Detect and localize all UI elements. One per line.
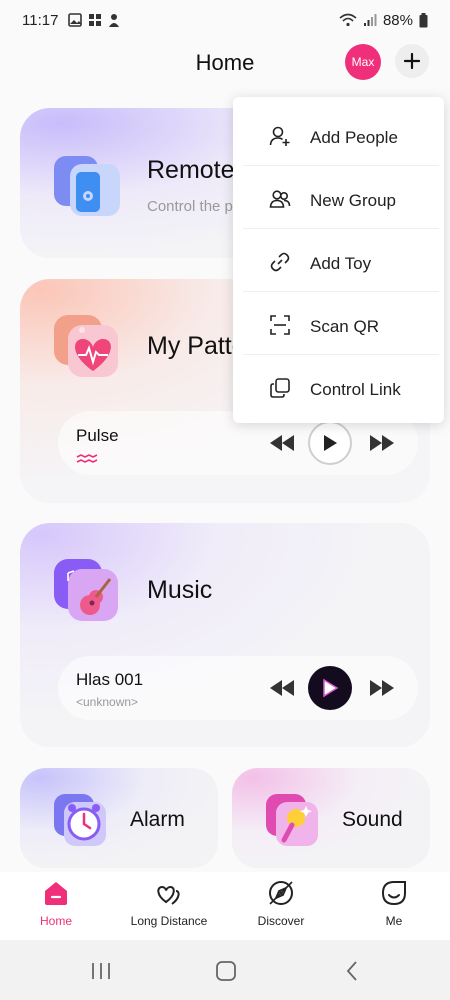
menu-label-new-group: New Group [310,191,396,210]
grid-icon [89,14,102,26]
nav-long-distance[interactable]: Long Distance [114,878,224,938]
heart-pulse-icon [54,315,118,377]
image-icon [68,13,83,27]
plus-icon [404,53,420,69]
pattern-title: My Patte [147,332,246,360]
nav-home[interactable]: Home [1,878,111,938]
music-title: Music [147,576,213,604]
microphone-icon [266,794,318,846]
status-bar: 11:17 88% [0,0,450,40]
play-button[interactable] [308,421,352,465]
home-system-button[interactable] [211,958,241,984]
alarm-card[interactable]: Alarm [20,768,218,868]
add-person-icon [269,126,290,146]
home-icon [45,882,67,905]
music-forward-button[interactable] [368,676,396,700]
system-nav-bar [0,940,450,1000]
back-button[interactable] [337,958,367,984]
menu-label-add-toy: Add Toy [310,254,372,273]
sound-label: Sound [342,808,403,831]
header: Home Max [0,40,450,84]
menu-label-add-people: Add People [310,128,398,147]
page-title: Home [195,50,255,75]
music-artist: <unknown> [76,695,139,709]
group-icon [269,190,291,208]
nav-me[interactable]: Me [339,878,449,938]
hearts-icon [157,885,180,905]
remote-icon [54,156,120,216]
compass-icon [269,881,293,905]
back-icon [346,961,357,981]
wave-icon [76,454,98,463]
battery-icon [419,12,428,27]
battery-percent: 88% [382,11,413,29]
avatar[interactable]: Max [345,44,381,80]
forward-button[interactable] [368,431,396,455]
guitar-icon [54,559,118,621]
add-button[interactable] [395,44,429,78]
add-menu: Add People New Group Add Toy Scan QR Con… [233,97,444,423]
nav-label-me: Me [385,914,403,928]
scan-icon [270,315,290,335]
menu-item-add-toy[interactable]: Add Toy [233,229,444,292]
alarm-label: Alarm [130,808,185,831]
play-icon [323,678,339,698]
signal-icon [363,14,377,26]
remote-title: Remote [147,156,235,184]
nav-label-home: Home [39,914,72,928]
home-square-icon [216,961,236,981]
menu-label-scan-qr: Scan QR [310,317,379,336]
clock: 11:17 [22,11,59,29]
menu-item-new-group[interactable]: New Group [233,166,444,229]
rewind-button[interactable] [268,431,296,455]
music-rewind-button[interactable] [268,676,296,700]
wifi-icon [339,13,357,27]
menu-item-add-people[interactable]: Add People [233,103,444,166]
nav-discover[interactable]: Discover [226,878,336,938]
menu-item-control-link[interactable]: Control Link [233,355,444,418]
forward-icon [370,435,394,451]
music-card[interactable]: Music Hlas 001 <unknown> [20,523,430,747]
remote-subtitle: Control the p [147,198,233,215]
recents-icon [92,963,110,979]
rewind-icon [270,435,294,451]
bottom-nav: Home Long Distance Discover Me [0,872,450,940]
link-icon [270,252,290,272]
sound-card[interactable]: Sound [232,768,430,868]
recents-button[interactable] [86,958,116,984]
music-player: Hlas 001 <unknown> [58,656,418,720]
forward-icon [370,680,394,696]
nav-label-long-distance: Long Distance [130,914,208,928]
person-icon [109,14,120,27]
music-song: Hlas 001 [76,670,144,689]
avatar-label: Max [351,55,375,69]
alarm-clock-icon [54,794,106,846]
menu-item-scan-qr[interactable]: Scan QR [233,292,444,355]
smile-icon [381,881,406,906]
play-icon [324,435,337,451]
pattern-song: Pulse [76,426,119,445]
copy-link-icon [270,378,290,398]
music-play-button[interactable] [308,666,352,710]
menu-label-control-link: Control Link [310,380,401,399]
nav-label-discover: Discover [257,914,305,928]
rewind-icon [270,680,294,696]
